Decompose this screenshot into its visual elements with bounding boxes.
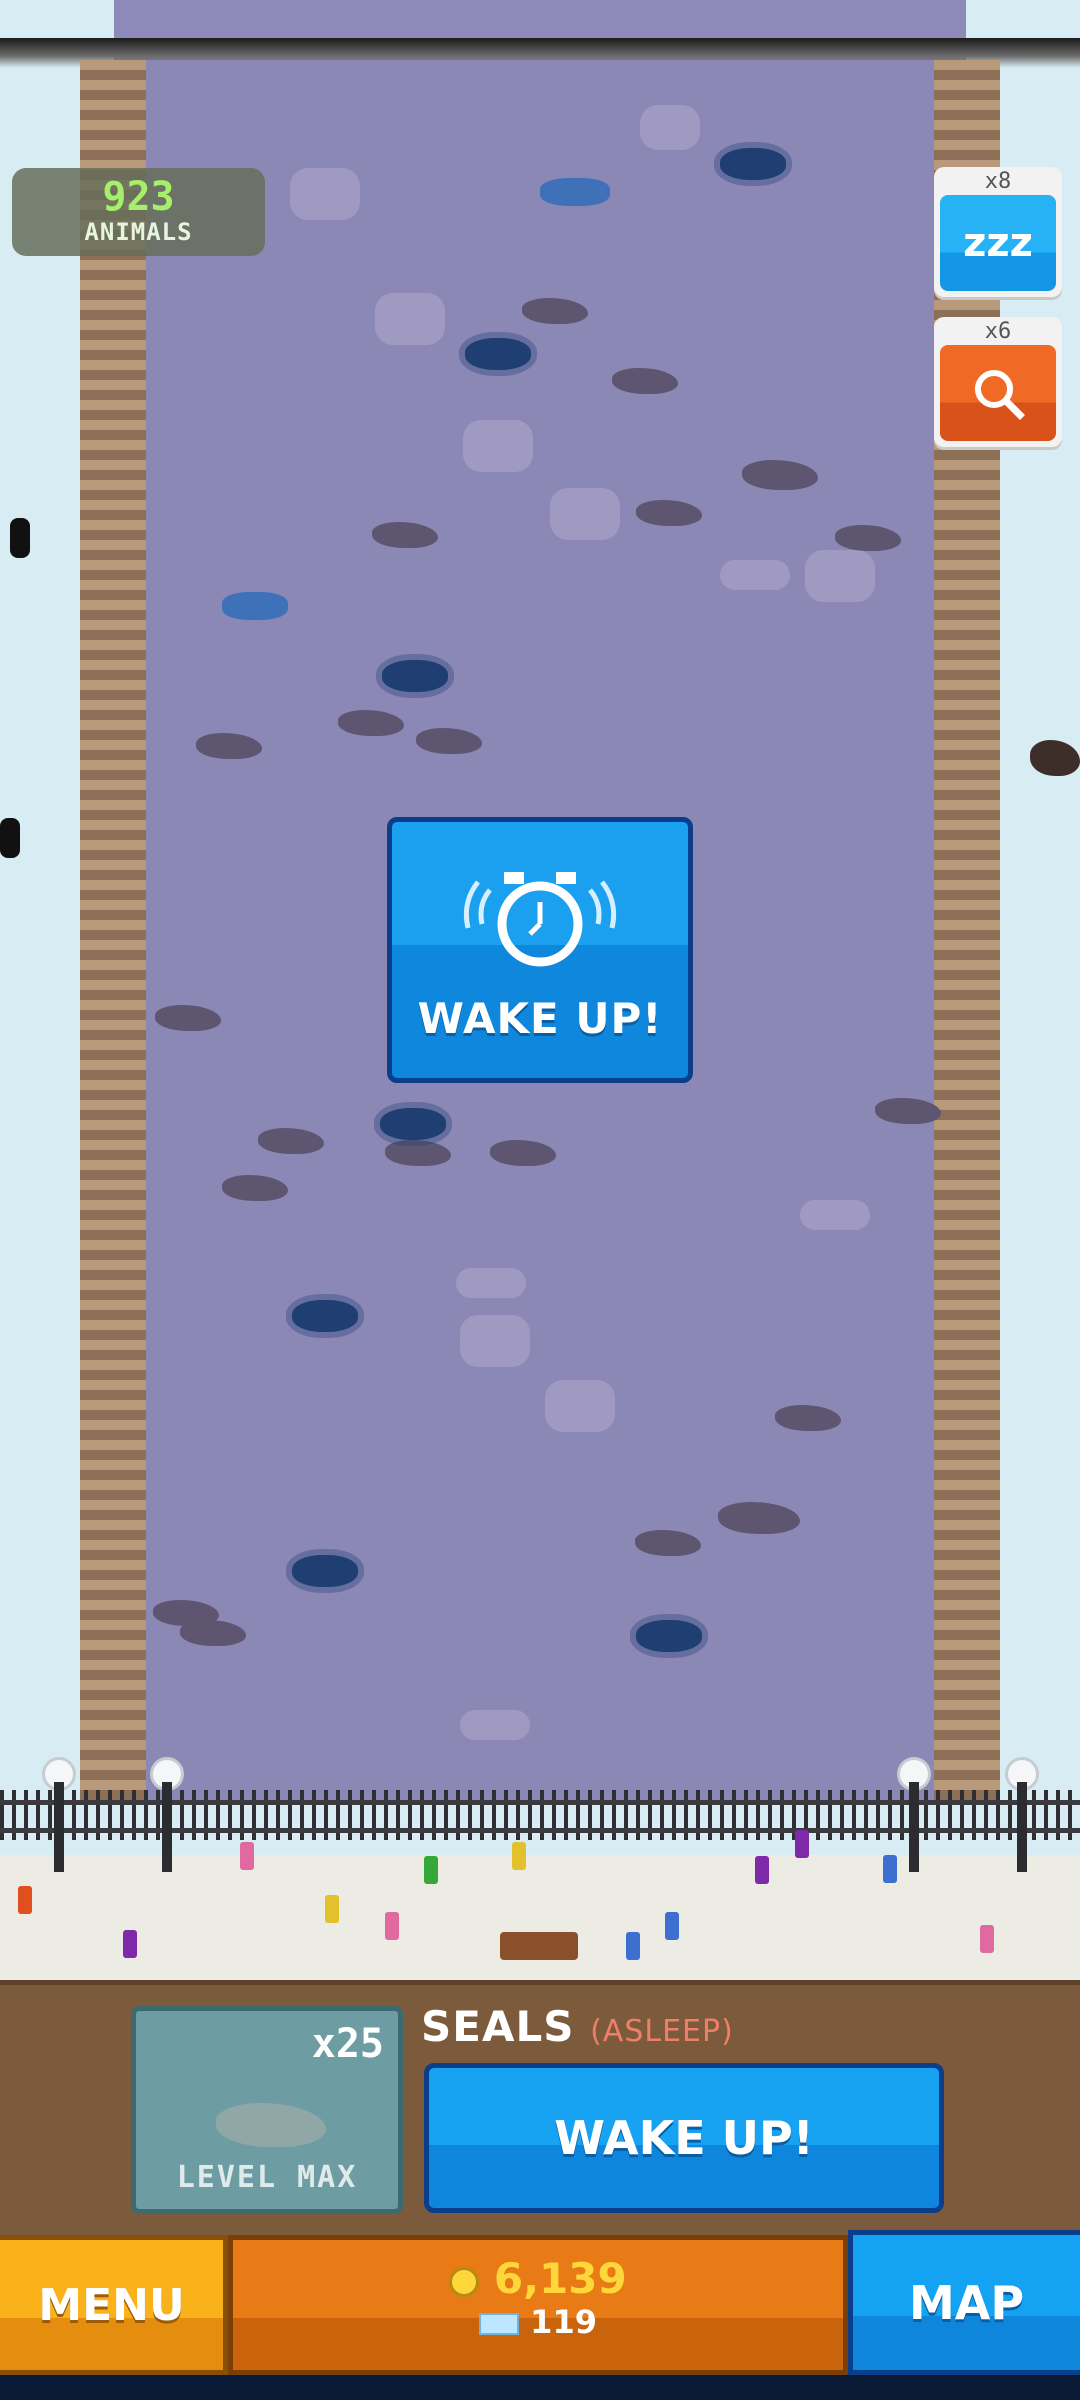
ice-hole: [465, 338, 531, 370]
search-powerup[interactable]: x6: [934, 317, 1062, 447]
species-card[interactable]: x25 LEVEL MAX: [131, 2006, 403, 2214]
visitor: [795, 1830, 809, 1858]
search-powerup-button[interactable]: [940, 345, 1056, 441]
sleep-powerup[interactable]: x8 zzz: [934, 167, 1062, 297]
rock: [460, 1710, 530, 1740]
visitor: [883, 1855, 897, 1883]
rock: [456, 1268, 526, 1298]
wake-up-prompt-label: WAKE UP!: [417, 994, 663, 1043]
lamp-post: [54, 1782, 64, 1872]
gem-icon: [479, 2313, 520, 2335]
animals-label: ANIMALS: [84, 218, 193, 246]
search-powerup-count: x6: [984, 319, 1012, 344]
visitor: [424, 1856, 438, 1884]
animals-counter: 923 ANIMALS: [12, 168, 265, 256]
ice-hole: [292, 1555, 358, 1587]
lamp-post: [1017, 1782, 1027, 1872]
visitor: [665, 1912, 679, 1940]
ice-hole: [380, 1108, 446, 1140]
coins-display: 6,139: [233, 2254, 843, 2303]
rock: [290, 168, 360, 220]
rock: [463, 420, 533, 472]
lamp-post: [162, 1782, 172, 1872]
penguin[interactable]: [0, 818, 20, 858]
penguin[interactable]: [10, 518, 30, 558]
gems-amount: 119: [530, 2303, 597, 2341]
sleep-powerup-count: x8: [984, 169, 1012, 194]
ice-hole: [636, 1620, 702, 1652]
species-name: SEALS: [421, 2002, 575, 2051]
visitor: [755, 1856, 769, 1884]
visitor: [18, 1886, 32, 1914]
species-status: (ASLEEP): [590, 2014, 734, 2049]
rock: [460, 1315, 530, 1367]
system-nav-bar: [0, 2375, 1080, 2400]
map-button[interactable]: MAP: [848, 2230, 1080, 2375]
wake-up-prompt[interactable]: WAKE UP!: [387, 817, 693, 1083]
magnifier-icon: [975, 370, 1025, 420]
species-multiplier: x25: [311, 2021, 384, 2067]
visitor: [512, 1842, 526, 1870]
rock: [550, 488, 620, 540]
sleep-zzz-icon: zzz: [963, 220, 1033, 266]
visitor-walkway: [0, 1855, 1080, 1980]
visitor: [385, 1912, 399, 1940]
visitor: [123, 1930, 137, 1958]
alarm-clock-icon: [463, 872, 617, 967]
fish: [540, 178, 610, 206]
lamp-post: [909, 1782, 919, 1872]
animals-count: 923: [102, 174, 175, 220]
species-title: SEALS (ASLEEP): [421, 2002, 734, 2051]
ice-hole: [720, 148, 786, 180]
sleep-powerup-button[interactable]: zzz: [940, 195, 1056, 291]
visitor: [626, 1932, 640, 1960]
rock: [640, 105, 700, 150]
coins-amount: 6,139: [493, 2254, 627, 2303]
rock: [805, 550, 875, 602]
ice-hole: [292, 1300, 358, 1332]
fish: [222, 592, 288, 620]
bench: [500, 1932, 578, 1960]
coin-icon: [449, 2266, 480, 2297]
currency-panel: 6,139 119: [228, 2235, 848, 2375]
wake-up-button[interactable]: WAKE UP!: [424, 2063, 944, 2213]
visitor: [240, 1842, 254, 1870]
gems-display: 119: [233, 2303, 843, 2341]
enclosure-wall-left: [80, 60, 146, 1805]
seal-icon: [216, 2103, 326, 2147]
menu-button[interactable]: MENU: [0, 2235, 228, 2375]
visitor: [980, 1925, 994, 1953]
rock: [720, 560, 790, 590]
ice-hole: [382, 660, 448, 692]
species-level: LEVEL MAX: [176, 2160, 358, 2195]
visitor: [325, 1895, 339, 1923]
rock: [375, 293, 445, 345]
rock: [545, 1380, 615, 1432]
rock: [800, 1200, 870, 1230]
